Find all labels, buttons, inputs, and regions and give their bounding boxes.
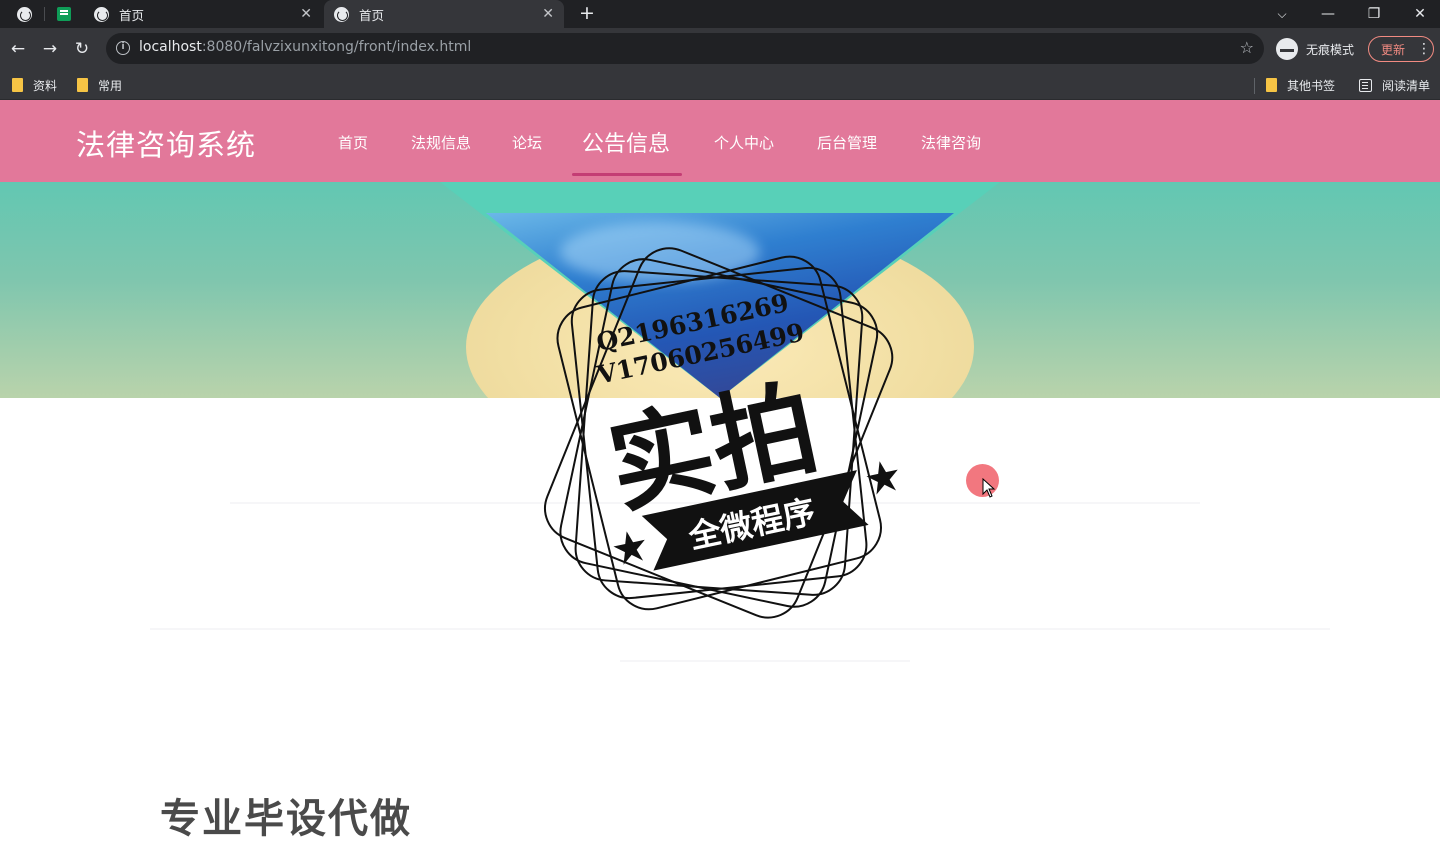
- globe-icon: [16, 6, 32, 22]
- browser-toolbar: ← → ↻ i localhost:8080/falvzixunxitong/f…: [0, 28, 1440, 70]
- nav-admin[interactable]: 后台管理: [817, 132, 877, 153]
- address-bar[interactable]: i localhost:8080/falvzixunxitong/front/i…: [106, 33, 1264, 64]
- incognito-icon: [1276, 38, 1298, 60]
- tab-close-icon[interactable]: ✕: [542, 6, 554, 22]
- globe-icon: [94, 6, 109, 22]
- minimize-button[interactable]: —: [1305, 0, 1351, 28]
- nav-announcements[interactable]: 公告信息: [582, 126, 670, 158]
- nav-forum[interactable]: 论坛: [512, 132, 542, 153]
- reload-button[interactable]: ↻: [69, 36, 95, 62]
- folder-icon: [12, 78, 23, 92]
- url-host: localhost: [139, 39, 202, 55]
- tab-search-button[interactable]: ⌵: [1259, 0, 1305, 28]
- bookmark-separator: [1254, 78, 1255, 94]
- url-text[interactable]: localhost:8080/falvzixunxitong/front/ind…: [139, 39, 471, 55]
- globe-icon: [334, 6, 349, 22]
- forward-button[interactable]: →: [37, 36, 63, 62]
- new-tab-button[interactable]: +: [576, 0, 598, 28]
- faint-divider: [620, 660, 910, 662]
- mouse-cursor-icon: [982, 478, 996, 498]
- url-path: :8080/falvzixunxitong/front/index.html: [201, 39, 472, 55]
- nav-legal-consult[interactable]: 法律咨询: [921, 132, 981, 153]
- star-icon: [866, 461, 898, 495]
- back-button[interactable]: ←: [5, 36, 31, 62]
- restore-button[interactable]: ❐: [1351, 0, 1397, 28]
- tab-title: 首页: [359, 7, 385, 23]
- incognito-label: 无痕模式: [1306, 42, 1355, 57]
- update-button[interactable]: 更新 ⋮: [1368, 36, 1434, 62]
- browser-tab-2[interactable]: 首页 ✕: [324, 0, 564, 28]
- reading-list-icon: [1359, 78, 1372, 92]
- tab-close-icon[interactable]: ✕: [300, 6, 312, 22]
- pinned-tab-sheet[interactable]: [44, 0, 84, 28]
- bookmark-folder[interactable]: 常用: [77, 75, 122, 95]
- spreadsheet-icon: [57, 7, 71, 21]
- incognito-indicator[interactable]: 无痕模式: [1276, 36, 1354, 62]
- close-window-button[interactable]: ✕: [1397, 0, 1440, 28]
- bookmark-label: 资料: [33, 78, 58, 93]
- bookmark-star-icon[interactable]: ☆: [1240, 38, 1254, 57]
- other-bookmarks[interactable]: 其他书签: [1266, 75, 1335, 95]
- browser-tabstrip: 首页 ✕ 首页 ✕ + ⌵ — ❐ ✕: [0, 0, 1440, 28]
- watermark-stamp: Q2196316269 V17060256499 实拍 全微程序: [544, 247, 898, 619]
- pinned-tab-globe[interactable]: [4, 0, 44, 28]
- tab-title: 首页: [119, 7, 145, 23]
- partial-heading: 专业毕设代做: [160, 796, 412, 842]
- bookmark-label: 其他书签: [1287, 78, 1336, 93]
- browser-menu-icon[interactable]: ⋮: [1417, 41, 1431, 57]
- site-info-icon[interactable]: i: [116, 41, 130, 55]
- bookmark-label: 阅读清单: [1382, 78, 1431, 93]
- star-icon: [613, 531, 645, 565]
- nav-personal-center[interactable]: 个人中心: [714, 132, 774, 153]
- bookmark-folder[interactable]: 资料: [12, 75, 57, 95]
- folder-icon: [77, 78, 88, 92]
- reading-list[interactable]: 阅读清单: [1359, 75, 1430, 95]
- site-title: 法律咨询系统: [76, 128, 257, 162]
- active-nav-underline: [572, 173, 682, 176]
- nav-regulations[interactable]: 法规信息: [411, 132, 471, 153]
- bookmark-label: 常用: [98, 78, 123, 93]
- browser-tab-1[interactable]: 首页 ✕: [84, 0, 322, 28]
- nav-home[interactable]: 首页: [338, 132, 368, 153]
- bookmarks-bar: 资料 常用 其他书签 阅读清单: [0, 70, 1440, 100]
- site-header: 法律咨询系统 首页 法规信息 论坛 公告信息 个人中心 后台管理 法律咨询: [0, 100, 1440, 182]
- faint-divider: [150, 628, 1330, 630]
- update-label: 更新: [1381, 42, 1406, 57]
- folder-icon: [1266, 78, 1277, 92]
